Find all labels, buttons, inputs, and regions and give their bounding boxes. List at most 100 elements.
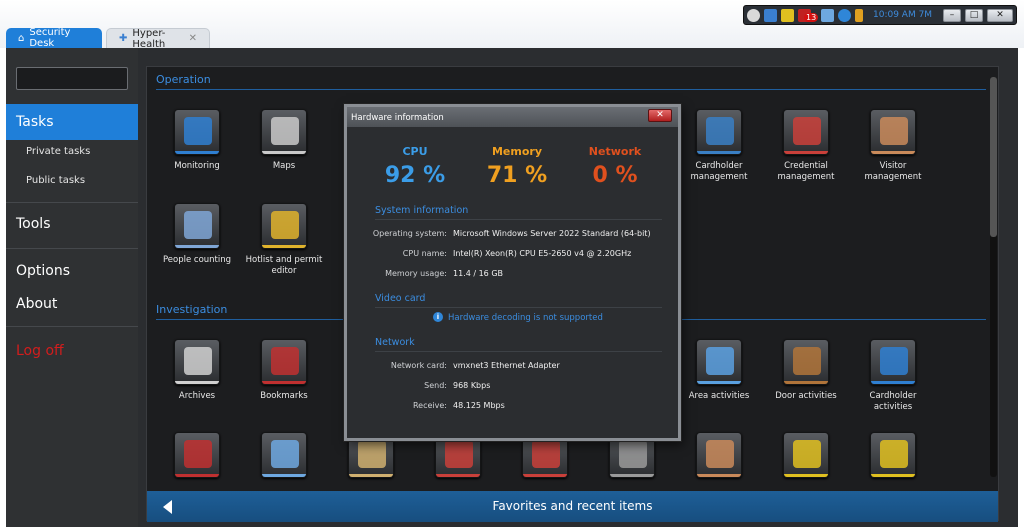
minimize-button[interactable]: – [943, 8, 961, 22]
tile-label: Monitoring [174, 161, 220, 171]
divider [6, 326, 138, 327]
sidebar-item-private-tasks[interactable]: Private tasks [26, 146, 90, 157]
icon-accent-stripe [175, 474, 219, 477]
main-area: Tasks Private tasks Public tasks Tools O… [6, 48, 1018, 527]
license-plate-icon [870, 432, 916, 478]
film-reel-red-icon [261, 339, 307, 385]
alarm-notification-icon[interactable]: 13 [798, 8, 819, 22]
task-tile[interactable]: Maps [244, 109, 324, 172]
sidebar-item-options[interactable]: Options [6, 263, 138, 279]
network-value: 0 % [592, 163, 638, 188]
sidebar: Tasks Private tasks Public tasks Tools O… [6, 48, 138, 527]
task-tile[interactable]: Door activities [766, 339, 846, 402]
icon-accent-stripe [349, 474, 393, 477]
icon-glyph [184, 347, 212, 375]
signal-icon[interactable] [855, 8, 863, 22]
tile-label: Archives [178, 391, 216, 401]
sidebar-item-tasks[interactable]: Tasks [6, 104, 138, 140]
sidebar-item-tools[interactable]: Tools [6, 216, 138, 232]
people-counting-icon [174, 203, 220, 249]
cpu-label: CPU [402, 145, 428, 158]
task-tile[interactable] [679, 432, 759, 478]
icon-glyph [706, 117, 734, 145]
tile-label: Credential management [777, 161, 835, 182]
volume-icon[interactable] [821, 8, 834, 22]
task-tile[interactable]: Area activities [679, 339, 759, 402]
task-tile[interactable] [244, 432, 324, 478]
icon-accent-stripe [871, 474, 915, 477]
network-icon[interactable] [764, 8, 777, 22]
task-tile[interactable]: People counting [157, 203, 237, 266]
network-heading: Network [375, 337, 415, 348]
clock: 10:09 AM 7M [873, 10, 933, 20]
door-activities-icon [783, 339, 829, 385]
icon-glyph [619, 440, 647, 468]
dialog-close-button[interactable]: ✕ [648, 109, 672, 122]
send-value: 968 Kbps [453, 381, 491, 390]
favorites-bar[interactable]: Favorites and recent items [147, 491, 998, 522]
icon-accent-stripe [436, 474, 480, 477]
sidebar-item-public-tasks[interactable]: Public tasks [26, 175, 85, 186]
scrollbar[interactable] [990, 77, 997, 477]
os-value: Microsoft Windows Server 2022 Standard (… [453, 229, 651, 238]
cpu-name-value: Intel(R) Xeon(R) CPU E5-2650 v4 @ 2.20GH… [453, 249, 632, 258]
system-information-heading: System information [375, 205, 469, 216]
back-arrow-icon[interactable] [163, 500, 172, 514]
icon-glyph [271, 440, 299, 468]
memory-label: Memory [491, 145, 543, 158]
icon-accent-stripe [697, 474, 741, 477]
icon-accent-stripe [784, 381, 828, 384]
key-icon[interactable] [781, 8, 794, 22]
task-tile[interactable] [853, 432, 933, 478]
scrollbar-thumb[interactable] [990, 77, 997, 237]
close-button[interactable]: ✕ [987, 8, 1013, 22]
close-tab-icon[interactable]: ✕ [189, 33, 197, 44]
sidebar-item-log-off[interactable]: Log off [6, 343, 138, 359]
report-user-icon [696, 432, 742, 478]
tile-label: Hotlist and permit editor [245, 255, 323, 276]
task-tile[interactable]: Bookmarks [244, 339, 324, 402]
task-tile[interactable]: Hotlist and permit editor [244, 203, 324, 277]
section-divider [375, 307, 662, 308]
icon-glyph [184, 211, 212, 239]
task-tile[interactable]: Cardholder activities [853, 339, 933, 413]
task-tile[interactable]: Visitor management [853, 109, 933, 183]
os-label: Operating system: [372, 229, 447, 238]
tab-security-desk[interactable]: ⌂ Security Desk [6, 27, 102, 49]
sidebar-item-about[interactable]: About [6, 296, 138, 312]
task-tile[interactable] [157, 432, 237, 478]
task-tile[interactable]: Archives [157, 339, 237, 402]
section-title-investigation: Investigation [156, 303, 228, 316]
tab-label: Hyper-Health [132, 27, 166, 50]
task-tile[interactable] [766, 432, 846, 478]
icon-glyph [793, 440, 821, 468]
network-card-label: Network card: [390, 361, 447, 370]
icon-accent-stripe [175, 151, 219, 154]
icon-glyph [184, 117, 212, 145]
tile-label: Bookmarks [260, 391, 308, 401]
video-card-heading: Video card [375, 293, 426, 304]
tile-label: Cardholder activities [869, 391, 917, 412]
video-card-message: Hardware decoding is not supported [448, 313, 603, 323]
status-icon[interactable] [838, 8, 851, 22]
genetec-icon[interactable] [747, 8, 760, 22]
memory-usage-value: 11.4 / 16 GB [453, 269, 504, 278]
icon-glyph [271, 117, 299, 145]
clock-user-icon [174, 432, 220, 478]
tab-hyper-health[interactable]: ✚ Hyper-Health ✕ [106, 27, 210, 50]
report-icon [261, 432, 307, 478]
tile-label: Area activities [688, 391, 750, 401]
task-tile[interactable]: Cardholder management [679, 109, 759, 183]
home-icon: ⌂ [18, 32, 25, 44]
memory-value: 71 % [486, 163, 548, 188]
task-tile[interactable]: Monitoring [157, 109, 237, 172]
maximize-button[interactable]: □ [965, 8, 983, 22]
film-reel-icon [174, 339, 220, 385]
task-tile[interactable]: Credential management [766, 109, 846, 183]
send-label: Send: [424, 381, 447, 390]
icon-glyph [271, 211, 299, 239]
health-icon: ✚ [119, 33, 128, 44]
icon-accent-stripe [175, 245, 219, 248]
divider [6, 202, 138, 203]
search-input[interactable] [16, 67, 128, 90]
